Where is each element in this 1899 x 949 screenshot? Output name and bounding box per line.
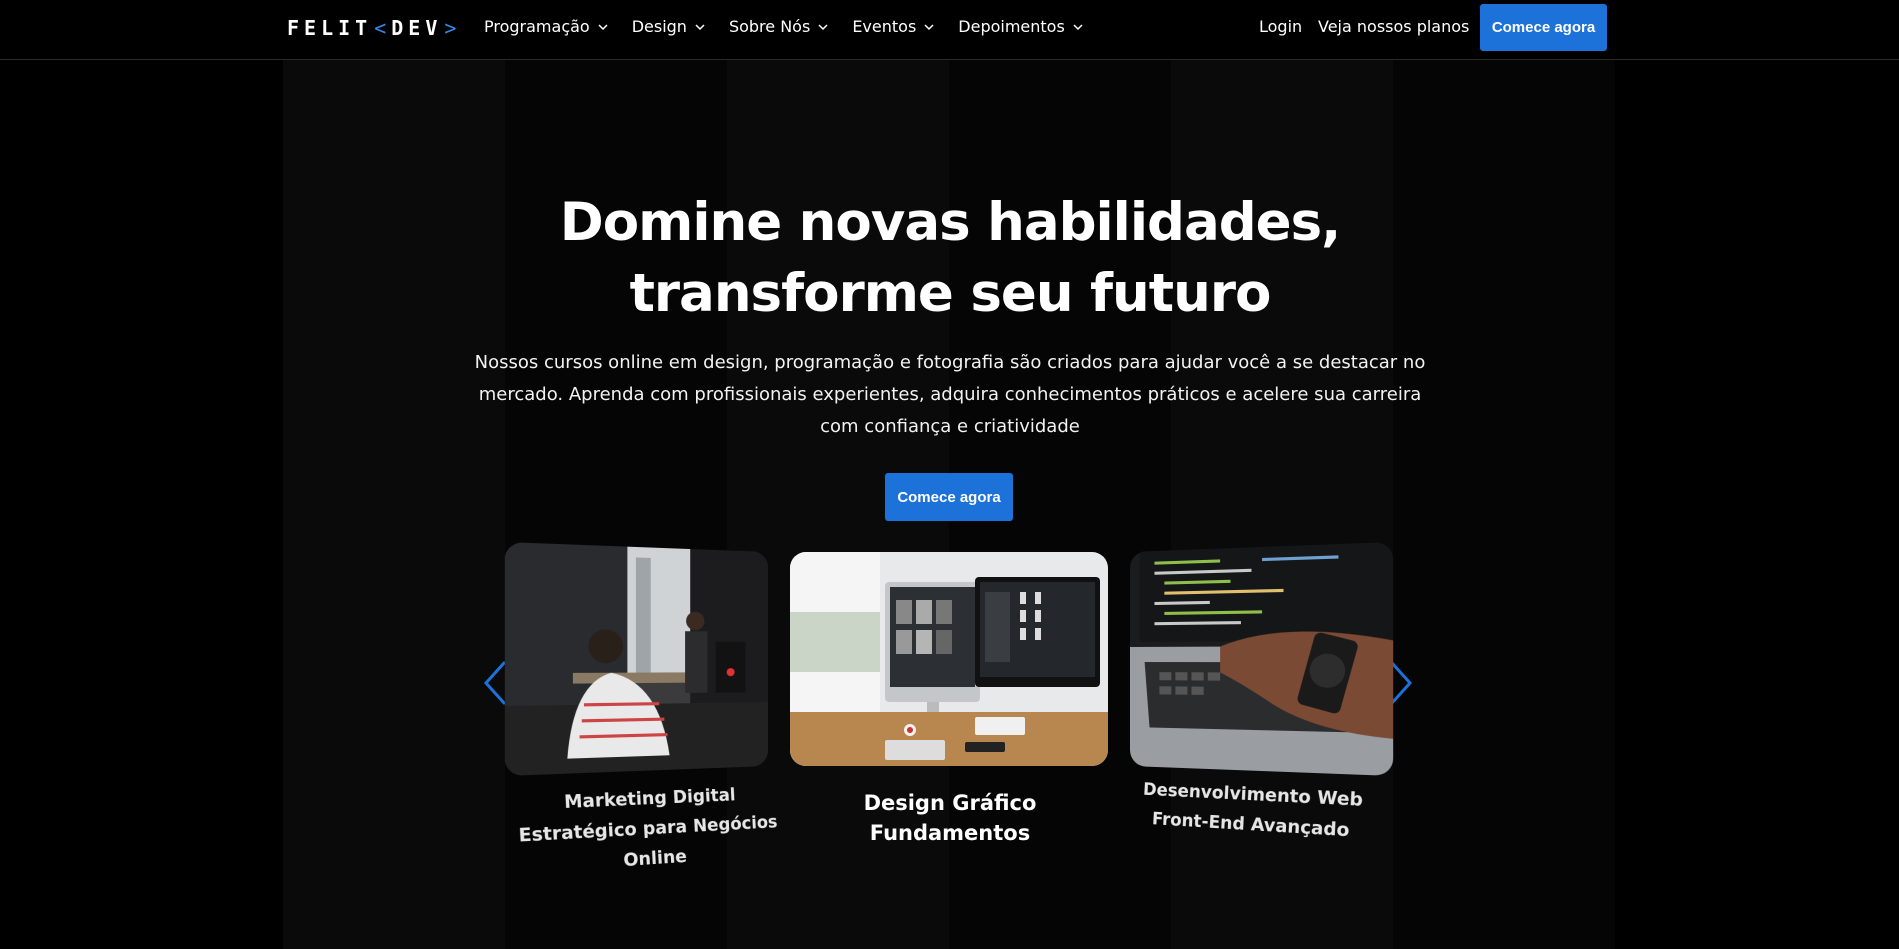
nav-item-programacao[interactable]: Programação bbox=[484, 17, 610, 36]
nav-item-design[interactable]: Design bbox=[632, 17, 707, 36]
course-image-laptop bbox=[1130, 541, 1394, 777]
chevron-down-icon bbox=[598, 23, 608, 30]
course-title-marketing[interactable]: Marketing Digital Estratégico para Negóc… bbox=[515, 779, 780, 883]
nav-item-sobre-nos[interactable]: Sobre Nós bbox=[729, 17, 830, 36]
logo-bracket-close: > bbox=[444, 16, 460, 40]
nav-item-label: Depoimentos bbox=[958, 17, 1065, 36]
site-header: FELIT < DEV > Programação Design Sobre N… bbox=[0, 0, 1899, 60]
hero-subtitle: Nossos cursos online em design, programa… bbox=[474, 352, 1426, 437]
header-cta-button[interactable]: Comece agora bbox=[1480, 4, 1607, 51]
nav-item-label: Design bbox=[631, 17, 687, 36]
course-image-monitors bbox=[790, 552, 1108, 766]
nav-item-label: Eventos bbox=[852, 17, 917, 36]
course-card-webdev[interactable] bbox=[1130, 541, 1394, 777]
nav-item-label: Sobre Nós bbox=[728, 17, 811, 36]
nav-item-label: Programação bbox=[484, 17, 590, 36]
course-title-design[interactable]: Design Gráfico Fundamentos bbox=[780, 788, 1120, 848]
logo-bracket-open: < bbox=[374, 16, 390, 40]
login-link[interactable]: Login bbox=[1259, 17, 1302, 36]
course-card-design[interactable] bbox=[790, 552, 1108, 766]
plans-link[interactable]: Veja nossos planos bbox=[1318, 17, 1469, 36]
chevron-down-icon bbox=[1073, 23, 1083, 30]
logo-text-left: FELIT bbox=[287, 16, 373, 40]
chevron-down-icon bbox=[818, 23, 828, 30]
chevron-down-icon bbox=[924, 23, 934, 30]
logo-text-right: DEV bbox=[391, 16, 443, 40]
logo[interactable]: FELIT < DEV > bbox=[287, 16, 461, 40]
hero-title-line-2: transforme seu futuro bbox=[629, 263, 1272, 324]
main-nav: Programação Design Sobre Nós Eventos Dep… bbox=[484, 17, 1085, 36]
hero-title-line-1: Domine novas habilidades, bbox=[559, 192, 1342, 253]
chevron-down-icon bbox=[695, 23, 705, 30]
nav-item-depoimentos[interactable]: Depoimentos bbox=[958, 17, 1085, 36]
course-card-marketing[interactable] bbox=[504, 541, 768, 777]
course-image-office bbox=[504, 541, 768, 777]
nav-item-eventos[interactable]: Eventos bbox=[852, 17, 936, 36]
hero-cta-button[interactable]: Comece agora bbox=[885, 473, 1013, 521]
hero-title: Domine novas habilidades, transforme seu… bbox=[450, 187, 1450, 329]
